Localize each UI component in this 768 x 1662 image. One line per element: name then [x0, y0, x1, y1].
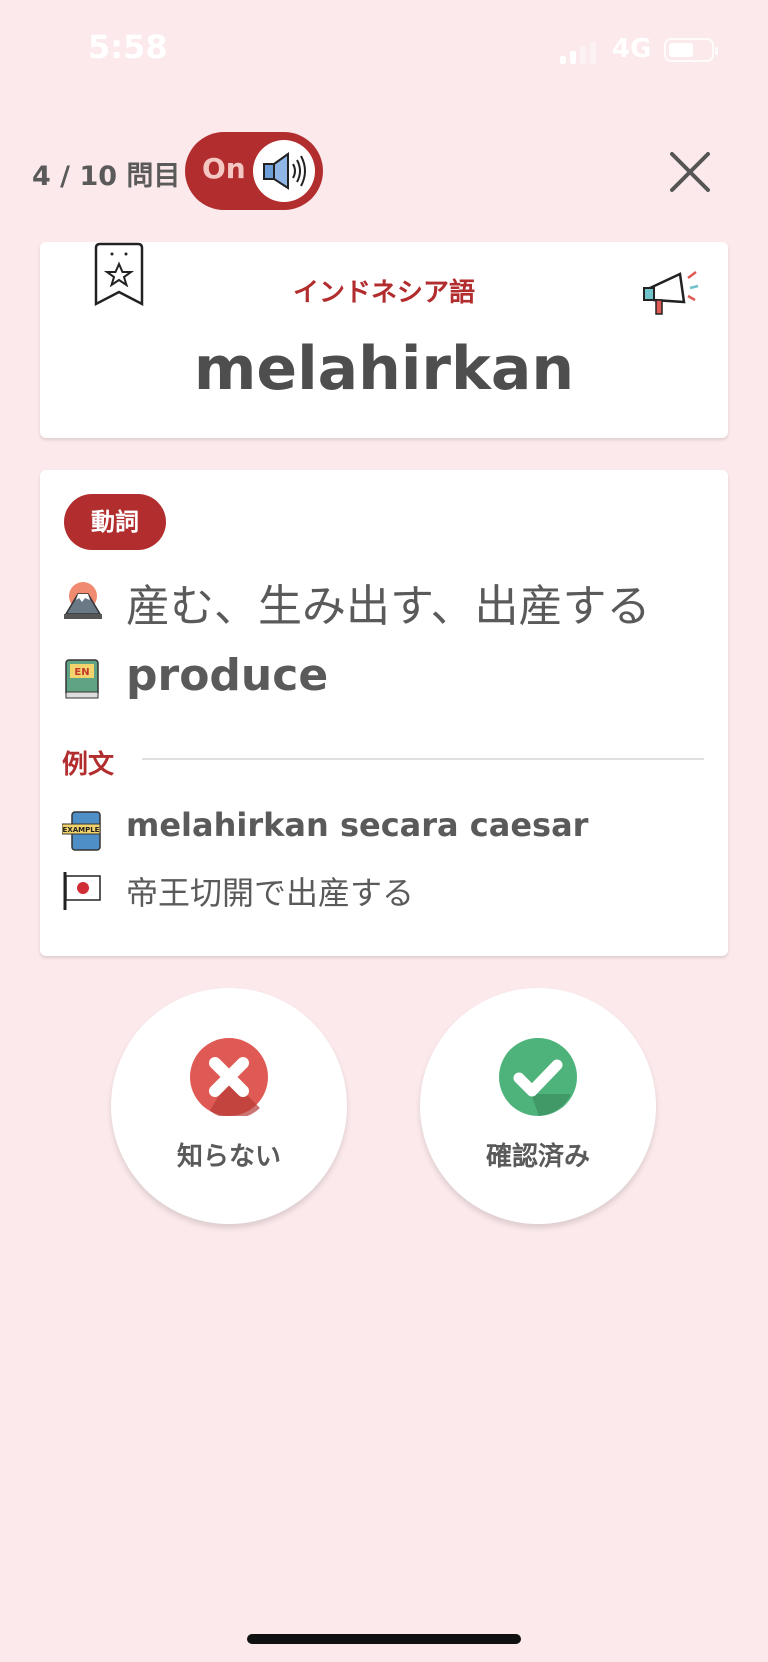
word-text: melahirkan	[193, 334, 575, 404]
language-label: インドネシア語	[292, 278, 475, 308]
check-icon	[499, 1038, 577, 1116]
sound-toggle-label: On	[202, 152, 246, 185]
divider	[142, 758, 704, 760]
example-japanese: 帝王切開で出産する	[126, 874, 415, 912]
x-icon	[190, 1038, 268, 1119]
definition-card: 動詞 産む、生み出す、出産する EN produce 例文 EXAMPLE me…	[40, 470, 728, 956]
svg-text:EN: EN	[74, 667, 89, 678]
meaning-japanese: 産む、生み出す、出産する	[126, 581, 651, 632]
battery-icon	[664, 38, 718, 62]
known-label: 確認済み	[485, 1142, 590, 1172]
status-bar: 5:58 4G	[0, 0, 768, 100]
unknown-button[interactable]: 知らない	[111, 988, 347, 1224]
speaker-icon	[253, 140, 315, 202]
signal-icon	[560, 42, 600, 64]
unknown-label: 知らない	[176, 1142, 281, 1172]
part-of-speech-badge: 動詞	[64, 494, 166, 550]
english-book-icon: EN	[62, 658, 104, 700]
example-label: 例文	[62, 750, 115, 780]
question-progress: 4 / 10 問目	[32, 161, 181, 192]
sound-toggle[interactable]: On	[185, 132, 323, 210]
megaphone-icon[interactable]	[640, 266, 700, 322]
fuji-icon	[62, 580, 104, 622]
home-indicator[interactable]	[247, 1634, 521, 1644]
example-book-icon: EXAMPLE	[61, 810, 104, 852]
close-icon[interactable]	[666, 150, 714, 194]
meaning-english: produce	[126, 650, 329, 701]
word-card: インドネシア語 melahirkan	[40, 242, 728, 438]
known-button[interactable]: 確認済み	[420, 988, 656, 1224]
japan-flag-icon	[62, 870, 104, 912]
network-type: 4G	[612, 34, 652, 64]
example-indonesian: melahirkan secara caesar	[126, 806, 589, 844]
svg-text:EXAMPLE: EXAMPLE	[63, 826, 100, 834]
status-time: 5:58	[88, 28, 168, 66]
